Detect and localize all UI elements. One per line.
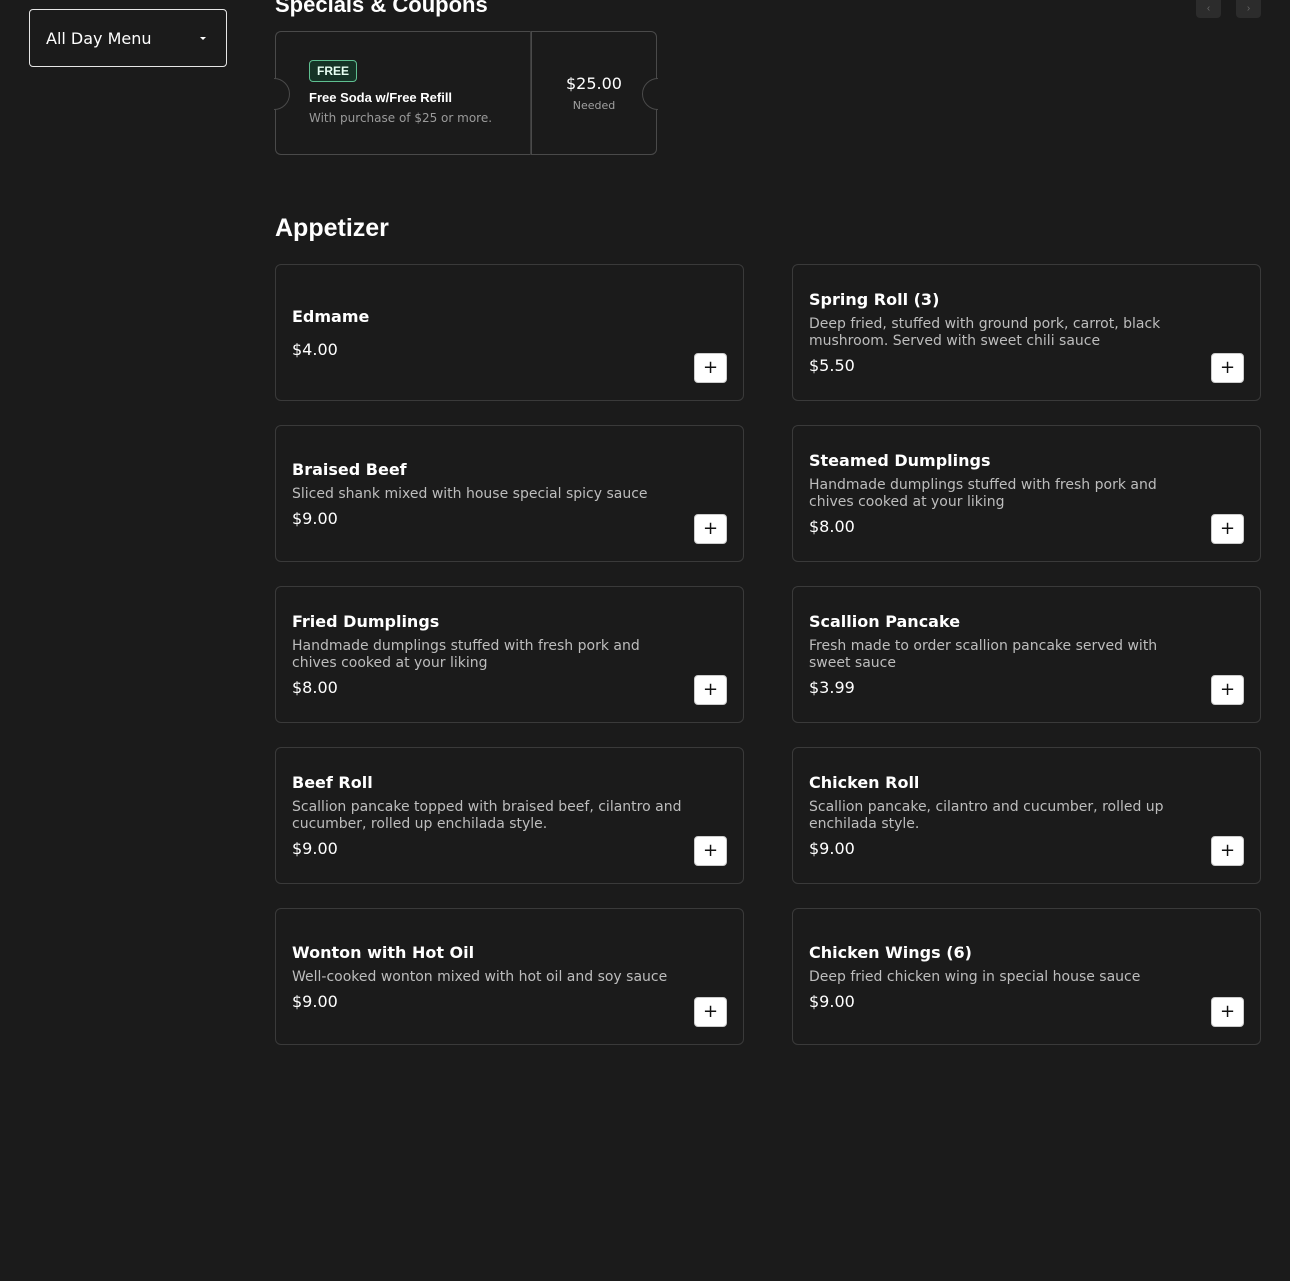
add-item-button[interactable]: +	[694, 675, 727, 705]
menu-item-card[interactable]: Steamed Dumplings Handmade dumplings stu…	[792, 425, 1261, 562]
coupon-description: With purchase of $25 or more.	[309, 111, 493, 125]
menu-select-value: All Day Menu	[46, 28, 152, 48]
add-item-button[interactable]: +	[694, 514, 727, 544]
menu-item-description: Deep fried chicken wing in special house…	[809, 968, 1141, 985]
menu-item-description: Scallion pancake, cilantro and cucumber,…	[809, 799, 1164, 832]
add-item-button[interactable]: +	[694, 997, 727, 1027]
menu-item-price: $9.00	[809, 991, 855, 1011]
menu-item-price: $8.00	[292, 678, 338, 697]
menu-item-name: Chicken Wings (6)	[809, 942, 972, 962]
menu-item-name: Spring Roll (3)	[809, 290, 940, 309]
appetizer-grid: Edmame $4.00 + Spring Roll (3) Deep frie…	[275, 264, 1261, 1045]
add-item-button[interactable]: +	[694, 353, 727, 383]
menu-item-card[interactable]: Edmame $4.00 +	[275, 264, 744, 401]
coupon-notch-right	[642, 78, 658, 110]
menu-item-card[interactable]: Chicken Wings (6) Deep fried chicken win…	[792, 908, 1261, 1045]
menu-item-price: $9.00	[292, 508, 338, 528]
coupon-amount-label: Needed	[572, 99, 616, 112]
menu-item-name: Wonton with Hot Oil	[292, 942, 475, 962]
menu-select-dropdown[interactable]: All Day Menu	[29, 9, 227, 67]
menu-item-description: Fresh made to order scallion pancake ser…	[809, 638, 1158, 671]
menu-item-price: $4.00	[292, 339, 338, 359]
menu-item-description: Deep fried, stuffed with ground pork, ca…	[809, 316, 1161, 349]
menu-item-name: Fried Dumplings	[292, 612, 440, 631]
add-item-button[interactable]: +	[1211, 675, 1244, 705]
coupon-notch-left	[274, 78, 290, 110]
menu-item-card[interactable]: Fried Dumplings Handmade dumplings stuff…	[275, 586, 744, 723]
menu-item-description: Handmade dumplings stuffed with fresh po…	[809, 477, 1157, 510]
menu-item-card[interactable]: Spring Roll (3) Deep fried, stuffed with…	[792, 264, 1261, 401]
carousel-prev-button[interactable]: ‹	[1196, 0, 1221, 18]
free-badge: FREE	[309, 60, 358, 82]
menu-item-name: Braised Beef	[292, 459, 407, 479]
menu-item-price: $3.99	[809, 678, 855, 697]
carousel-next-button[interactable]: ›	[1236, 0, 1261, 18]
menu-item-card[interactable]: Beef Roll Scallion pancake topped with b…	[275, 747, 744, 884]
menu-item-name: Beef Roll	[292, 773, 373, 792]
menu-item-card[interactable]: Scallion Pancake Fresh made to order sca…	[792, 586, 1261, 723]
coupon-stub: $25.00 Needed	[531, 31, 657, 155]
menu-item-card[interactable]: Braised Beef Sliced shank mixed with hou…	[275, 425, 744, 562]
coupon-card[interactable]: FREE Free Soda w/Free Refill With purcha…	[274, 31, 658, 155]
menu-item-name: Edmame	[292, 306, 370, 326]
menu-item-card[interactable]: Wonton with Hot Oil Well-cooked wonton m…	[275, 908, 744, 1045]
add-item-button[interactable]: +	[694, 836, 727, 866]
add-item-button[interactable]: +	[1211, 997, 1244, 1027]
appetizer-title: Appetizer	[275, 214, 389, 242]
menu-item-description: Well-cooked wonton mixed with hot oil an…	[292, 968, 668, 985]
menu-item-description: Handmade dumplings stuffed with fresh po…	[292, 638, 640, 671]
chevron-left-icon: ‹	[1206, 3, 1211, 14]
menu-item-name: Steamed Dumplings	[809, 451, 991, 470]
chevron-right-icon: ›	[1246, 3, 1251, 14]
add-item-button[interactable]: +	[1211, 353, 1244, 383]
menu-item-price: $9.00	[292, 839, 338, 858]
add-item-button[interactable]: +	[1211, 836, 1244, 866]
specials-title: Specials & Coupons	[275, 0, 488, 17]
add-item-button[interactable]: +	[1211, 514, 1244, 544]
coupon-body: FREE Free Soda w/Free Refill With purcha…	[275, 31, 531, 155]
menu-item-price: $8.00	[809, 517, 855, 536]
menu-item-name: Chicken Roll	[809, 773, 920, 792]
caret-down-icon	[200, 36, 206, 40]
menu-item-name: Scallion Pancake	[809, 612, 961, 631]
menu-item-card[interactable]: Chicken Roll Scallion pancake, cilantro …	[792, 747, 1261, 884]
menu-item-price: $5.50	[809, 356, 855, 375]
coupon-title: Free Soda w/Free Refill	[309, 90, 453, 105]
menu-item-price: $9.00	[809, 839, 855, 858]
menu-item-price: $9.00	[292, 991, 338, 1011]
menu-item-description: Sliced shank mixed with house special sp…	[292, 485, 648, 502]
menu-item-description: Scallion pancake topped with braised bee…	[292, 799, 682, 832]
coupon-amount: $25.00	[566, 74, 622, 93]
